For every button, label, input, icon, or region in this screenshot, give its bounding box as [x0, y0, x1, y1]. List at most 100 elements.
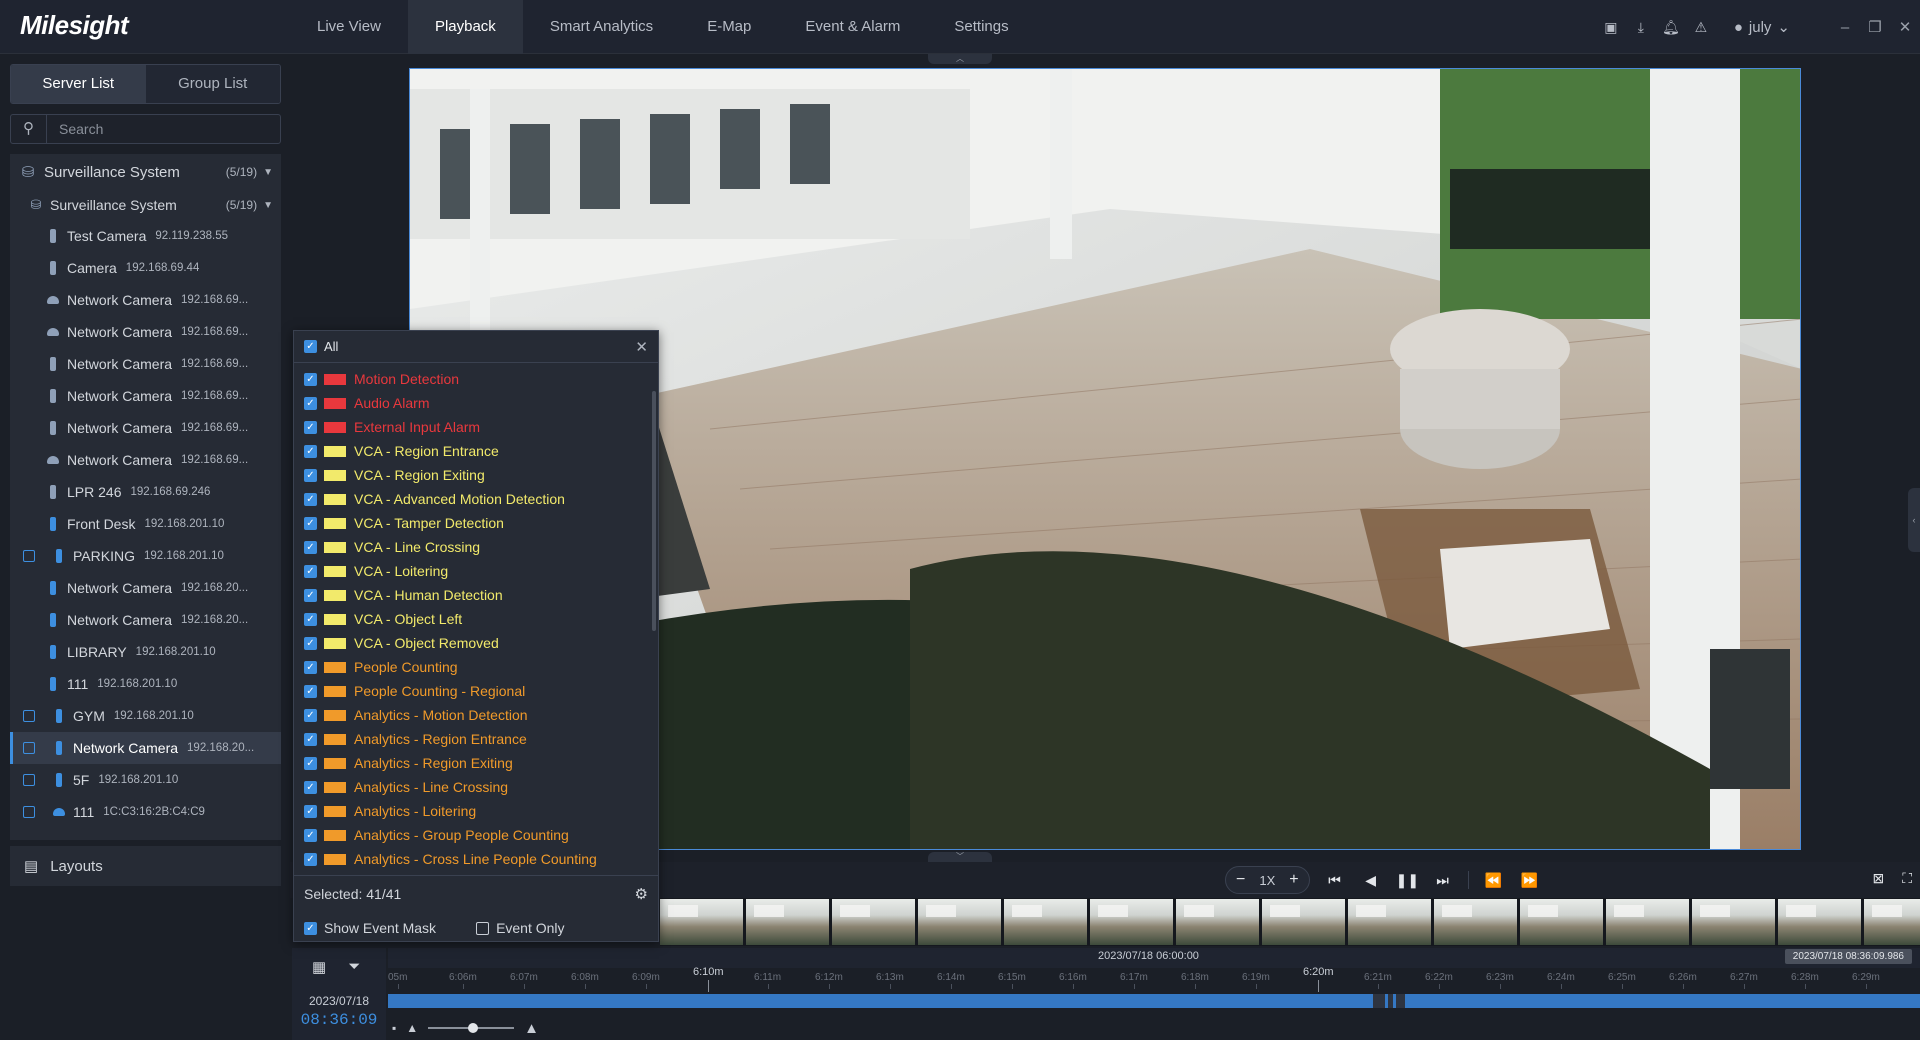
tree-item[interactable]: LPR 246 192.168.69.246	[10, 476, 281, 508]
timeline-ruler[interactable]: 2023/07/18 06:00:00 2023/07/18 08:36:09.…	[388, 948, 1920, 1040]
notification-icon[interactable]: 🔔︎	[1656, 19, 1686, 36]
skip-start-icon[interactable]: ⏮	[1324, 872, 1346, 889]
event-type-item[interactable]: ✓ External Input Alarm	[294, 415, 654, 439]
event-type-checkbox[interactable]: ✓	[304, 420, 317, 434]
nav-playback[interactable]: Playback	[407, 0, 523, 54]
thumbnail[interactable]	[746, 899, 829, 945]
tree-item[interactable]: Network Camera 192.168.69...	[10, 380, 281, 412]
nav-live-view[interactable]: Live View	[290, 0, 408, 54]
thumbnail[interactable]	[1176, 899, 1259, 945]
event-type-checkbox[interactable]: ✓	[304, 492, 317, 506]
tree-item[interactable]: Network Camera 192.168.69...	[10, 284, 281, 316]
alarm-icon[interactable]: ⚠︎	[1686, 19, 1716, 36]
tree-item[interactable]: Network Camera 192.168.20...	[10, 572, 281, 604]
event-only-checkbox[interactable]	[476, 921, 490, 935]
tree-item[interactable]: Network Camera 192.168.20...	[10, 732, 281, 764]
nav-e-map[interactable]: E-Map	[680, 0, 778, 54]
zoom-slider-knob[interactable]	[468, 1023, 479, 1033]
event-type-item[interactable]: ✓ Analytics - Motion Detection	[294, 703, 654, 727]
skip-end-icon[interactable]: ⏭	[1432, 872, 1454, 889]
download-icon[interactable]: ⤓	[1626, 19, 1656, 36]
tree-item[interactable]: Network Camera 192.168.69...	[10, 444, 281, 476]
event-type-checkbox[interactable]: ✓	[304, 660, 317, 674]
thumbnail[interactable]	[1692, 899, 1775, 945]
thumbnail[interactable]	[1864, 899, 1920, 945]
event-type-checkbox[interactable]: ✓	[304, 636, 317, 650]
speed-increase-icon[interactable]: +	[1289, 871, 1298, 889]
minimize-icon[interactable]: –	[1830, 19, 1860, 36]
close-icon[interactable]: ✕	[635, 338, 648, 356]
zoom-slider[interactable]	[428, 1023, 515, 1033]
event-list-scrollbar[interactable]	[652, 391, 656, 631]
event-type-item[interactable]: ✓ Analytics - Region Entrance	[294, 727, 654, 751]
reverse-play-icon[interactable]: ◀	[1360, 872, 1382, 889]
tree-item[interactable]: Front Desk 192.168.201.10	[10, 508, 281, 540]
thumbnail-strip[interactable]	[660, 898, 1920, 946]
nav-event-alarm[interactable]: Event & Alarm	[778, 0, 927, 54]
tree-item[interactable]: Network Camera 192.168.69...	[10, 316, 281, 348]
event-type-checkbox[interactable]: ✓	[304, 444, 317, 458]
event-type-item[interactable]: ✓ People Counting - Regional	[294, 679, 654, 703]
gear-icon[interactable]: ⚙	[635, 885, 648, 903]
thumbnail[interactable]	[1262, 899, 1345, 945]
collapse-top-handle[interactable]: ︿	[928, 54, 992, 64]
event-type-item[interactable]: ✓ VCA - Human Detection	[294, 583, 654, 607]
tree-item[interactable]: 111 192.168.201.10	[10, 668, 281, 700]
event-type-checkbox[interactable]: ✓	[304, 756, 317, 770]
fullscreen-icon[interactable]: ⛶	[1902, 870, 1912, 887]
thumbnail[interactable]	[1778, 899, 1861, 945]
event-type-checkbox[interactable]: ✓	[304, 708, 317, 722]
thumbnail[interactable]	[918, 899, 1001, 945]
event-type-checkbox[interactable]: ✓	[304, 516, 317, 530]
event-type-checkbox[interactable]: ✓	[304, 828, 317, 842]
event-type-checkbox[interactable]: ✓	[304, 852, 317, 866]
user-menu[interactable]: ● july ⌄	[1734, 18, 1790, 37]
event-type-checkbox[interactable]: ✓	[304, 612, 317, 626]
pause-icon[interactable]: ❚❚	[1396, 872, 1419, 889]
recording-bar[interactable]	[388, 994, 1920, 1008]
zoom-out-icon[interactable]: ▲	[406, 1021, 418, 1035]
event-type-item[interactable]: ✓ People Counting	[294, 655, 654, 679]
close-window-icon[interactable]: ⊠	[1872, 870, 1884, 887]
filter-icon[interactable]: ⏷	[348, 958, 360, 976]
tree-item[interactable]: Test Camera 92.119.238.55	[10, 220, 281, 252]
thumbnail[interactable]	[1090, 899, 1173, 945]
tree-item[interactable]: Camera 192.168.69.44	[10, 252, 281, 284]
event-type-checkbox[interactable]: ✓	[304, 684, 317, 698]
all-checkbox[interactable]: ✓	[304, 340, 317, 353]
side-collapse-handle[interactable]: ‹	[1908, 488, 1920, 552]
chevron-down-icon[interactable]: ▼	[263, 200, 273, 211]
speed-decrease-icon[interactable]: −	[1236, 871, 1245, 889]
event-type-checkbox[interactable]: ✓	[304, 564, 317, 578]
event-type-checkbox[interactable]: ✓	[304, 540, 317, 554]
thumbnail[interactable]	[1004, 899, 1087, 945]
close-icon[interactable]: ✕	[1890, 18, 1920, 36]
next-event-icon[interactable]: ⏩	[1519, 872, 1541, 889]
event-type-item[interactable]: ✓ VCA - Region Exiting	[294, 463, 654, 487]
event-type-item[interactable]: ✓ VCA - Region Entrance	[294, 439, 654, 463]
restore-icon[interactable]: ❐	[1860, 18, 1890, 36]
event-type-item[interactable]: ✓ VCA - Advanced Motion Detection	[294, 487, 654, 511]
chevron-down-icon[interactable]: ▼	[263, 167, 273, 178]
thumbnail[interactable]	[1606, 899, 1689, 945]
event-type-item[interactable]: ✓ Audio Alarm	[294, 391, 654, 415]
show-event-mask-checkbox[interactable]: ✓	[304, 921, 317, 935]
event-type-checkbox[interactable]: ✓	[304, 396, 317, 410]
collapse-bottom-handle[interactable]: ﹀	[928, 852, 992, 862]
tree-item[interactable]: Network Camera 192.168.69...	[10, 412, 281, 444]
event-type-item[interactable]: ✓ Analytics - Group People Counting	[294, 823, 654, 847]
event-type-checkbox[interactable]: ✓	[304, 732, 317, 746]
nav-settings[interactable]: Settings	[927, 0, 1035, 54]
previous-event-icon[interactable]: ⏪	[1483, 872, 1505, 889]
tree-item[interactable]: 111 1C:C3:16:2B:C4:C9	[10, 796, 281, 828]
thumbnail[interactable]	[660, 899, 743, 945]
nav-smart-analytics[interactable]: Smart Analytics	[523, 0, 680, 54]
event-type-item[interactable]: ✓ Analytics - Loitering	[294, 799, 654, 823]
tree-item[interactable]: 5F 192.168.201.10	[10, 764, 281, 796]
tree-sub[interactable]: ⛁ Surveillance System (5/19) ▼	[10, 190, 281, 220]
image-export-icon[interactable]: ▣	[1596, 19, 1626, 36]
thumbnail[interactable]	[1520, 899, 1603, 945]
event-type-checkbox[interactable]: ✓	[304, 588, 317, 602]
layouts-section[interactable]: ▤ Layouts	[10, 840, 281, 886]
thumbnail[interactable]	[1434, 899, 1517, 945]
